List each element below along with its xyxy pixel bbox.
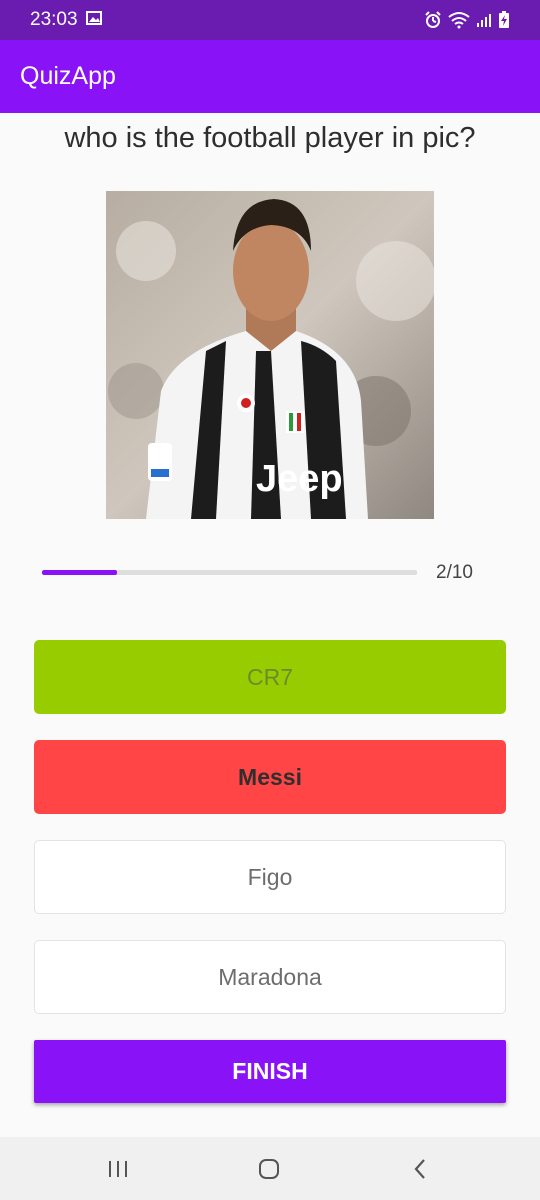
question-text: who is the football player in pic? bbox=[64, 122, 476, 154]
wifi-icon bbox=[448, 11, 470, 29]
app-title: QuizApp bbox=[20, 62, 116, 90]
app-bar: QuizApp bbox=[0, 40, 540, 113]
status-time: 23:03 bbox=[30, 9, 78, 30]
alarm-icon bbox=[424, 11, 442, 29]
progress-bar bbox=[42, 570, 417, 575]
recent-apps-icon[interactable] bbox=[78, 1137, 158, 1200]
home-icon[interactable] bbox=[229, 1137, 309, 1200]
player-photo: Jeep bbox=[106, 191, 434, 519]
progress-fill bbox=[42, 570, 117, 575]
navigation-bar bbox=[0, 1137, 540, 1200]
option-button-1[interactable]: CR7 bbox=[34, 640, 506, 714]
status-bar: 23:03 bbox=[0, 0, 540, 40]
option-button-4[interactable]: Maradona bbox=[34, 940, 506, 1014]
battery-charging-icon bbox=[498, 11, 510, 29]
finish-button[interactable]: FINISH bbox=[34, 1040, 506, 1103]
gallery-icon bbox=[85, 10, 102, 30]
signal-icon bbox=[476, 12, 492, 28]
svg-text:Jeep: Jeep bbox=[256, 458, 343, 500]
option-button-3[interactable]: Figo bbox=[34, 840, 506, 914]
progress-count: 2/10 bbox=[436, 562, 473, 583]
option-button-2[interactable]: Messi bbox=[34, 740, 506, 814]
back-icon[interactable] bbox=[380, 1137, 460, 1200]
